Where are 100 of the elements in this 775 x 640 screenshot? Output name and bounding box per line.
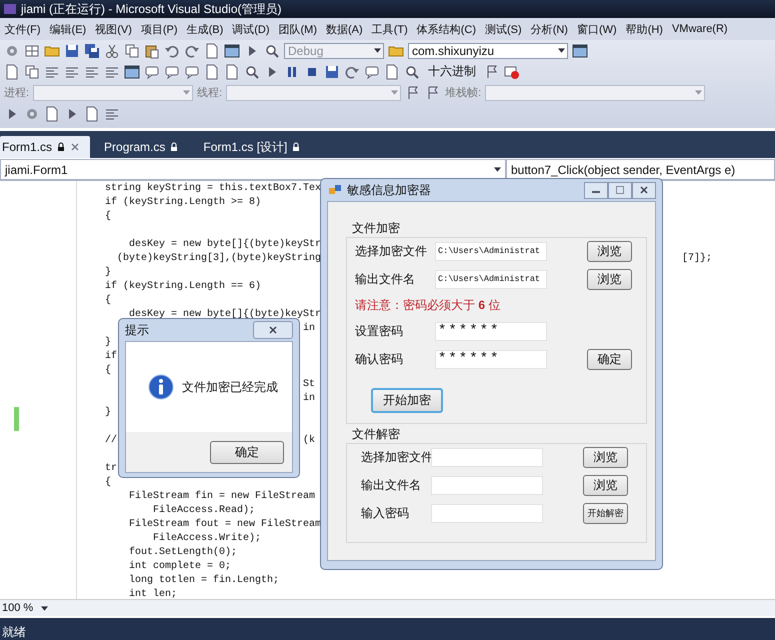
maximize-icon [615, 185, 625, 195]
document-tab[interactable]: Form1.cs [0, 136, 90, 158]
row-button[interactable]: 浏览 [583, 474, 628, 496]
code-line: { [105, 211, 112, 222]
close-icon [268, 325, 278, 335]
menu-item[interactable]: 数据(A) [322, 22, 368, 36]
app-icon [2, 1, 18, 17]
row-button[interactable]: 浏览 [587, 268, 632, 290]
record-icon[interactable] [504, 64, 520, 80]
ok-button[interactable]: 确定 [210, 440, 284, 464]
code-fragment: in [303, 392, 316, 406]
document-icon[interactable] [44, 106, 60, 122]
menu-item[interactable]: 视图(V) [90, 22, 136, 36]
document-icon[interactable] [204, 64, 220, 80]
menu-item[interactable]: 工具(T) [367, 22, 412, 36]
copy-icon[interactable] [24, 64, 40, 80]
close-button[interactable] [253, 321, 293, 339]
member-dropdown[interactable]: button7_Click(object sender, EventArgs e) [506, 159, 775, 180]
menu-item[interactable]: 窗口(W) [572, 22, 622, 36]
copy-icon[interactable] [124, 42, 140, 58]
menu-item[interactable]: 体系结构(C) [412, 22, 481, 36]
input-field[interactable]: ****** [435, 350, 547, 368]
encrypt-button[interactable]: 开始加密 [371, 388, 443, 413]
menu-item[interactable]: VMware(R) [667, 23, 732, 35]
close-button[interactable] [632, 182, 656, 198]
change-marker [14, 407, 19, 431]
input-field[interactable] [431, 476, 543, 494]
window-icon[interactable] [224, 42, 240, 58]
input-field[interactable] [431, 448, 543, 466]
zoom-dropdown[interactable]: 100 % [0, 602, 50, 614]
comment-icon[interactable] [164, 64, 180, 80]
stack-frame-label: 堆栈帧: [445, 86, 482, 100]
document-tab[interactable]: Form1.cs [设计] [193, 136, 312, 158]
code-line: { [105, 295, 112, 306]
cut-icon[interactable] [104, 42, 120, 58]
caret-icon [695, 90, 702, 95]
menu-item[interactable]: 项目(P) [136, 22, 182, 36]
save-icon[interactable] [64, 42, 80, 58]
document-icon[interactable] [204, 42, 220, 58]
row-button[interactable]: 浏览 [587, 240, 632, 262]
field-label: 确认密码 [355, 350, 404, 368]
menu-item[interactable]: 调试(D) [228, 22, 274, 36]
row-button[interactable]: 确定 [587, 348, 632, 370]
document-icon[interactable] [384, 64, 400, 80]
comment-icon[interactable] [184, 64, 200, 80]
code-line: FileStream fin = new FileStream [128, 491, 316, 502]
save-all-icon[interactable] [84, 42, 100, 58]
code-line: FileAccess.Read); [152, 505, 256, 516]
menu-item[interactable]: 编辑(E) [45, 22, 91, 36]
code-line: } [105, 407, 112, 418]
thread-label: 线程: [197, 86, 222, 100]
menu-item[interactable]: 生成(B) [182, 22, 228, 36]
menu-item[interactable]: 帮助(H) [621, 22, 668, 36]
field-label: 输出文件名 [355, 270, 416, 288]
warning-text: 请注意：密码必须大于 6 位 [355, 296, 500, 314]
class-dropdown[interactable]: jiami.Form1 [0, 159, 506, 180]
field-label: 输出文件名 [361, 476, 422, 494]
menu-item[interactable]: 测试(S) [480, 22, 526, 36]
find-icon[interactable] [264, 42, 280, 58]
code-line: long totlen = fin.Length; [128, 575, 280, 586]
field-label: 选择加密文件 [355, 242, 428, 260]
document-icon[interactable] [224, 64, 240, 80]
close-icon[interactable] [70, 142, 80, 152]
document-tab[interactable]: Program.cs [94, 136, 190, 158]
paste-icon[interactable] [144, 42, 160, 58]
caret-icon [374, 48, 381, 53]
lock-icon [169, 142, 180, 152]
comment-icon[interactable] [144, 64, 160, 80]
document-icon[interactable] [84, 106, 100, 122]
window-icon[interactable] [572, 42, 588, 58]
window-icon[interactable] [124, 64, 140, 80]
caret-icon [391, 90, 398, 95]
grid-icon[interactable] [24, 42, 40, 58]
window-title: jiami (正在运行) - Microsoft Visual Studio(管理员) [21, 0, 282, 18]
hex-button[interactable]: 十六进制 [424, 63, 480, 80]
document-icon[interactable] [4, 64, 20, 80]
lock-icon [291, 142, 302, 152]
caret-icon [183, 90, 190, 95]
minimize-button[interactable] [584, 182, 608, 198]
input-field[interactable]: C:\Users\Administrat [435, 242, 547, 260]
caret-icon [41, 606, 48, 610]
code-line: desKey = new byte[]{(byte)keyStr [128, 239, 322, 250]
row-button[interactable]: 浏览 [583, 446, 628, 468]
save-icon[interactable] [324, 64, 340, 80]
code-line: desKey = new byte[]{(byte)keyStr [128, 309, 322, 320]
code-line: string keyString = this.textBox7.Tex [105, 183, 322, 194]
comment-icon[interactable] [364, 64, 380, 80]
menu-item[interactable]: 团队(M) [274, 22, 322, 36]
row-button[interactable]: 开始解密 [583, 502, 628, 524]
project-dropdown[interactable]: com.shixunyizu [408, 42, 568, 58]
menu-item[interactable]: 分析(N) [526, 22, 572, 36]
find-icon[interactable] [244, 64, 260, 80]
input-field[interactable]: ****** [435, 322, 547, 340]
find-icon[interactable] [404, 64, 420, 80]
input-field[interactable]: C:\Users\Administrat [435, 270, 547, 288]
caret-icon [558, 48, 565, 53]
menu-item[interactable]: 文件(F) [0, 22, 46, 36]
input-field[interactable] [431, 504, 543, 522]
code-line: (byte)keyString[3],(byte)keyString [116, 253, 322, 264]
code-line: } [105, 337, 112, 348]
